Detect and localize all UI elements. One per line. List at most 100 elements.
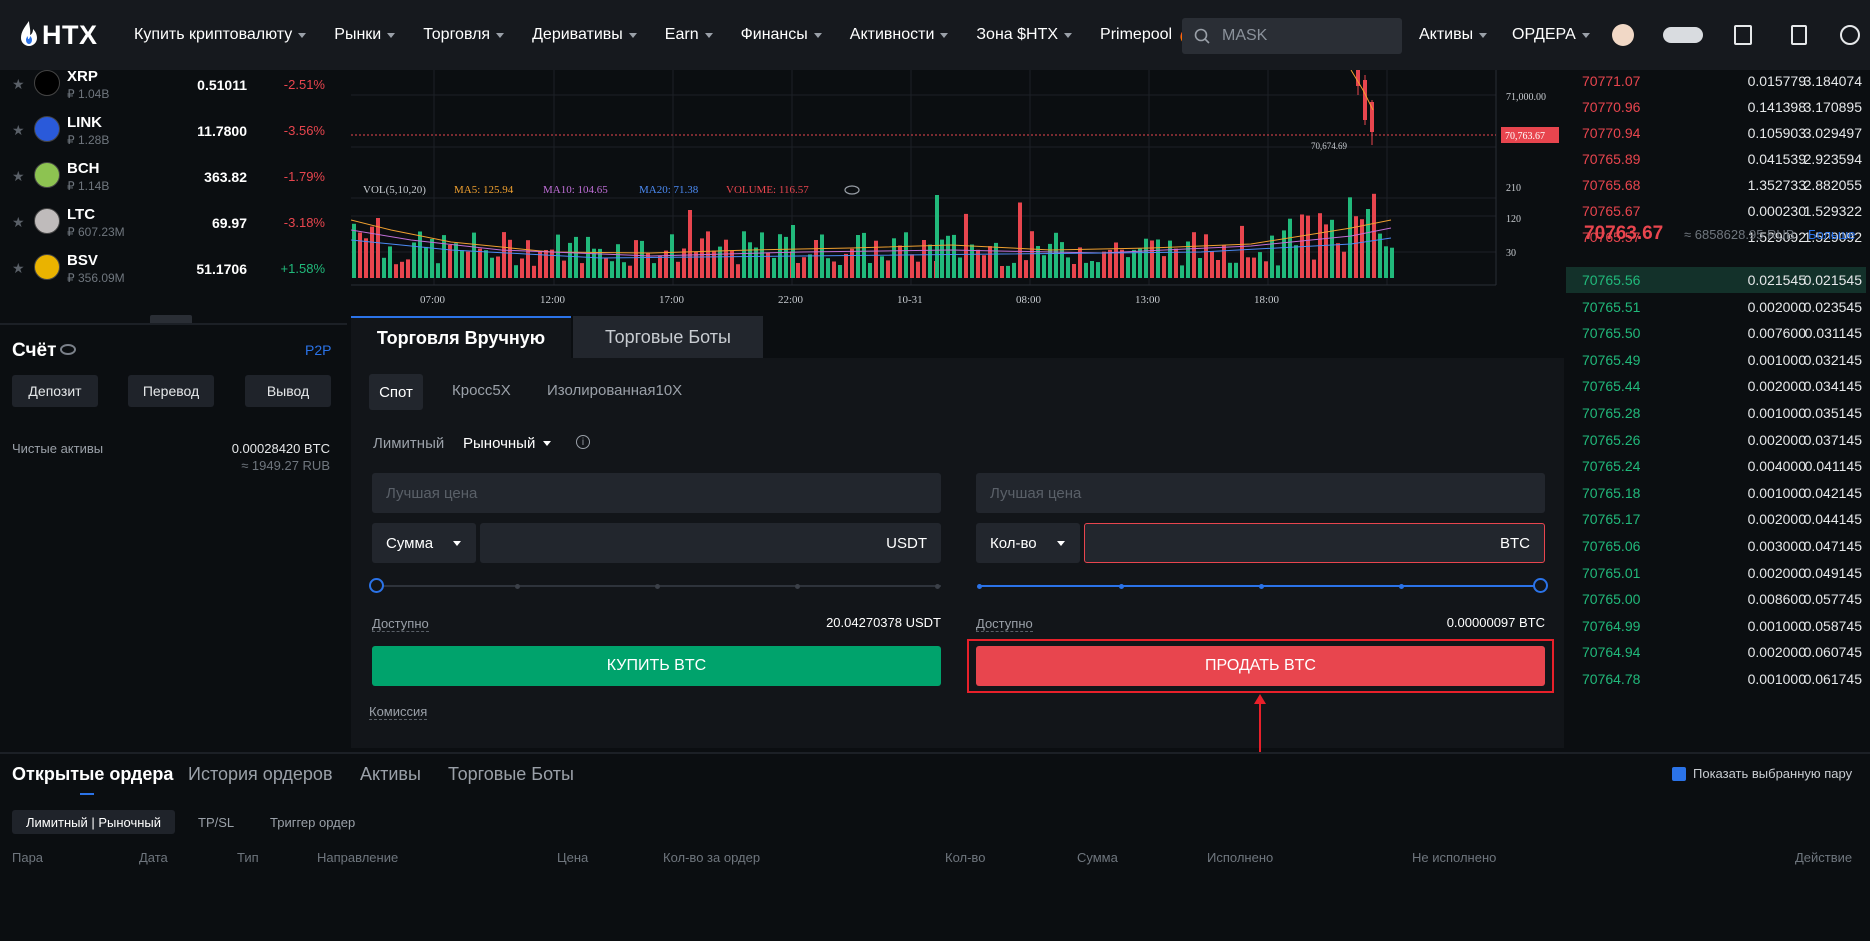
coin-name: BCH <box>67 160 100 177</box>
volume-bar <box>772 257 776 278</box>
fee-link[interactable]: Комиссия <box>369 704 428 720</box>
bid-row[interactable]: 70765.26 0.002000 0.037145 <box>1566 427 1866 453</box>
sell-slider-tick[interactable] <box>1119 584 1124 589</box>
buy-slider-tick[interactable] <box>655 584 660 589</box>
ask-row[interactable]: 70765.67 0.000230 1.529322 <box>1566 198 1866 224</box>
sell-qty-input[interactable]: BTC <box>1084 523 1545 563</box>
volume-bar <box>652 263 656 278</box>
star-icon[interactable]: ★ <box>12 260 25 277</box>
sell-btc-button[interactable]: ПРОДАТЬ BTC <box>976 646 1545 686</box>
bid-row[interactable]: 70764.78 0.001000 0.061745 <box>1566 666 1866 692</box>
bid-row[interactable]: 70765.01 0.002000 0.049145 <box>1566 560 1866 586</box>
buy-slider-tick[interactable] <box>935 584 940 589</box>
nav-earn[interactable]: Earn <box>665 26 713 44</box>
sell-slider-tick[interactable] <box>1399 584 1404 589</box>
p2p-link[interactable]: P2P <box>305 342 331 358</box>
col-pair: Пара <box>12 850 44 865</box>
more-link[interactable]: Больше <box>1808 227 1856 242</box>
info-icon[interactable]: i <box>576 435 590 449</box>
bid-row[interactable]: 70765.49 0.001000 0.032145 <box>1566 347 1866 373</box>
sell-slider-tick[interactable] <box>977 584 982 589</box>
buy-amount-select[interactable]: Сумма <box>372 523 476 563</box>
sell-qty-select[interactable]: Кол-во <box>976 523 1080 563</box>
tab-trading-bots-bottom[interactable]: Торговые Боты <box>448 764 574 785</box>
notes-icon[interactable] <box>1734 25 1752 45</box>
toggle-switch[interactable] <box>1663 27 1703 43</box>
buy-amount-input[interactable]: USDT <box>480 523 941 563</box>
bid-row[interactable]: 70765.28 0.001000 0.035145 <box>1566 400 1866 426</box>
star-icon[interactable]: ★ <box>12 168 25 185</box>
star-icon[interactable]: ★ <box>12 122 25 139</box>
volume-bar <box>1042 255 1046 278</box>
bid-row[interactable]: 70765.00 0.008600 0.057745 <box>1566 586 1866 612</box>
tab-trading-bots[interactable]: Торговые Боты <box>573 316 763 358</box>
nav-activities[interactable]: Активности <box>850 26 949 44</box>
deposit-button[interactable]: Депозит <box>12 375 98 407</box>
subtab-trigger[interactable]: Триггер ордер <box>270 815 355 830</box>
orders-menu[interactable]: ОРДЕРА <box>1512 0 1590 70</box>
ask-row[interactable]: 70770.94 0.105903 3.029497 <box>1566 120 1866 146</box>
nav-htx-zone[interactable]: Зона $HTX <box>976 26 1073 44</box>
star-icon[interactable]: ★ <box>12 214 25 231</box>
volume-bar <box>832 261 836 278</box>
volume-bar <box>412 242 416 278</box>
mode-spot[interactable]: Спот <box>369 374 423 410</box>
buy-price-field[interactable]: Лучшая цена <box>372 473 941 513</box>
nav-finance[interactable]: Финансы <box>741 26 822 44</box>
bid-row[interactable]: 70765.56 0.021545 0.021545 <box>1566 267 1866 293</box>
transfer-button[interactable]: Перевод <box>128 375 214 407</box>
buy-btc-button[interactable]: КУПИТЬ BTC <box>372 646 941 686</box>
star-icon[interactable]: ★ <box>12 76 25 93</box>
settings-icon[interactable] <box>1840 25 1860 45</box>
ask-row[interactable]: 70765.89 0.041539 2.923594 <box>1566 146 1866 172</box>
download-icon[interactable] <box>1791 25 1807 45</box>
nav-trade[interactable]: Торговля <box>423 26 505 44</box>
order-type-limit[interactable]: Лимитный <box>373 435 444 452</box>
volume-bar <box>1384 246 1388 278</box>
subtab-limit-market[interactable]: Лимитный | Рыночный <box>12 810 176 834</box>
bid-row[interactable]: 70765.51 0.002000 0.023545 <box>1566 294 1866 320</box>
price-chart[interactable]: 71,000.00 70,763.67 70,674.69 VOL(5,10,20) M… <box>350 69 1561 312</box>
htx-logo[interactable]: HTX <box>18 18 98 52</box>
bid-row[interactable]: 70765.06 0.003000 0.047145 <box>1566 533 1866 559</box>
nav-buy-crypto[interactable]: Купить криптовалюту <box>134 26 307 44</box>
withdraw-button[interactable]: Вывод <box>245 375 331 407</box>
bid-row[interactable]: 70765.50 0.007600 0.031145 <box>1566 320 1866 346</box>
ask-row[interactable]: 70771.07 0.015779 3.184074 <box>1566 68 1866 94</box>
buy-slider-tick[interactable] <box>515 584 520 589</box>
nav-markets[interactable]: Рынки <box>334 26 396 44</box>
tab-manual-trading[interactable]: Торговля Вручную <box>351 316 571 358</box>
mode-cross[interactable]: Кросс5X <box>452 382 511 399</box>
bid-row[interactable]: 70764.99 0.001000 0.058745 <box>1566 613 1866 639</box>
ask-row[interactable]: 70765.68 1.352733 2.882055 <box>1566 172 1866 198</box>
mode-isolated[interactable]: Изолированная10X <box>547 382 682 399</box>
sell-slider-tick[interactable] <box>1259 584 1264 589</box>
coin-name: LINK <box>67 114 102 131</box>
buy-slider-handle[interactable] <box>369 578 384 593</box>
buy-slider-tick[interactable] <box>795 584 800 589</box>
nav-derivatives[interactable]: Деривативы <box>532 26 637 44</box>
eye-icon[interactable] <box>60 344 76 355</box>
assets-menu[interactable]: Активы <box>1419 0 1488 70</box>
order-type-market[interactable]: Рыночный <box>463 435 552 452</box>
avatar[interactable] <box>1612 24 1634 46</box>
tab-open-orders[interactable]: Открытые ордера <box>12 764 173 785</box>
volume-bar <box>556 234 560 278</box>
ask-row[interactable]: 70770.96 0.141398 3.170895 <box>1566 94 1866 120</box>
show-pair-label: Показать выбранную пару <box>1693 766 1853 781</box>
bid-row[interactable]: 70765.18 0.001000 0.042145 <box>1566 480 1866 506</box>
search-input[interactable]: MASK <box>1182 18 1402 54</box>
sell-slider-handle[interactable] <box>1533 578 1548 593</box>
bid-row[interactable]: 70765.44 0.002000 0.034145 <box>1566 373 1866 399</box>
bid-row[interactable]: 70765.17 0.002000 0.044145 <box>1566 506 1866 532</box>
volume-bar <box>724 239 728 278</box>
tab-assets[interactable]: Активы <box>360 764 421 785</box>
bid-row[interactable]: 70764.94 0.002000 0.060745 <box>1566 639 1866 665</box>
bid-row[interactable]: 70765.24 0.004000 0.041145 <box>1566 453 1866 479</box>
volume-bar <box>598 248 602 278</box>
subtab-tpsl[interactable]: TP/SL <box>198 815 234 830</box>
coin-row-bsv[interactable]: ★ BSV ₽ 356.09M 51.1706 +1.58% <box>0 240 347 295</box>
show-pair-checkbox[interactable] <box>1672 767 1686 781</box>
sell-price-field[interactable]: Лучшая цена <box>976 473 1545 513</box>
tab-order-history[interactable]: История ордеров <box>188 764 333 785</box>
